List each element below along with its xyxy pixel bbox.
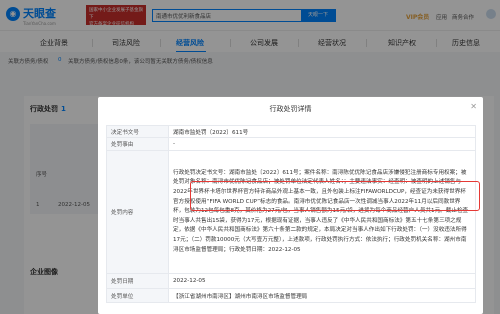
table-row: 处罚日期 2022-12-05 xyxy=(106,273,476,289)
penalty-detail-table: 决定书文号 湖南市监处罚〔2022〕611号 处罚事由 - 处罚内容 行政处罚决… xyxy=(106,125,476,303)
close-icon[interactable]: ✕ xyxy=(470,102,477,111)
table-row: 处罚事由 - xyxy=(106,137,476,151)
modal-title: 行政处罚详情 xyxy=(269,105,312,113)
row-key: 处罚内容 xyxy=(106,150,169,274)
row-value: 湖南市监处罚〔2022〕611号 xyxy=(168,125,476,138)
penalty-detail-modal: 行政处罚详情 ✕ 决定书文号 湖南市监处罚〔2022〕611号 处罚事由 - 处… xyxy=(98,97,483,314)
penalty-content: 行政处罚决定书文号：湖南市监处〔2022〕611号；案件名称：南浔陈优优陈记食品… xyxy=(168,150,476,274)
table-row: 处罚内容 行政处罚决定书文号：湖南市监处〔2022〕611号；案件名称：南浔陈优… xyxy=(106,150,476,274)
row-value: - xyxy=(168,137,476,151)
row-key: 处罚单位 xyxy=(106,288,169,303)
row-key: 处罚日期 xyxy=(106,273,169,289)
row-value: 2022-12-05 xyxy=(168,273,476,289)
row-key: 处罚事由 xyxy=(106,137,169,151)
table-row: 决定书文号 湖南市监处罚〔2022〕611号 xyxy=(106,125,476,138)
row-value: 【浙江省湖州市南浔区】湖州市南浔区市场监督管理局 xyxy=(168,288,476,303)
table-row: 处罚单位 【浙江省湖州市南浔区】湖州市南浔区市场监督管理局 xyxy=(106,288,476,303)
row-key: 决定书文号 xyxy=(106,125,169,138)
content-part-2: 南浔市优优陈记食品店一次性调减当事人2022年11月以后同款世界杯，包装为12包… xyxy=(173,198,469,253)
